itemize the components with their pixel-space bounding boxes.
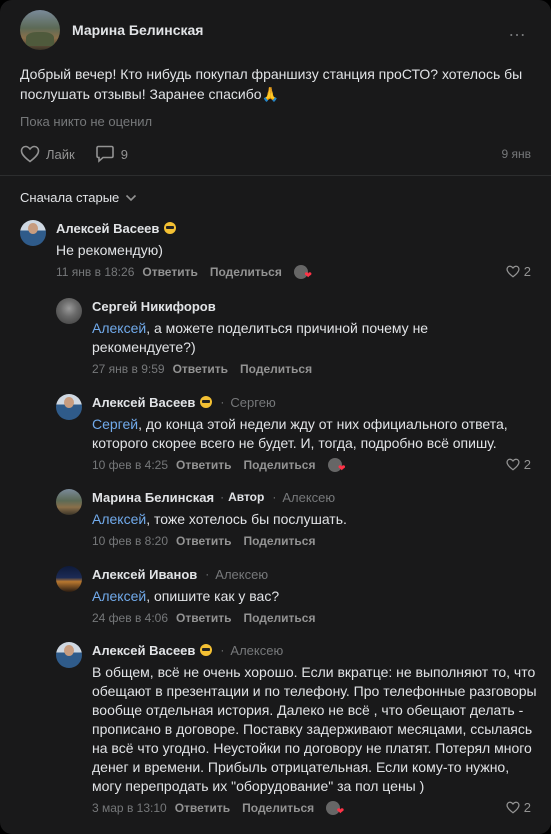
post-date[interactable]: 9 янв	[501, 147, 531, 161]
reply-to-link[interactable]: Сергею	[230, 395, 275, 410]
comments-button[interactable]: 9	[95, 145, 128, 163]
reply-button[interactable]: Ответить	[176, 458, 231, 472]
mention-link[interactable]: Алексей	[92, 320, 146, 336]
commenter-avatar[interactable]	[56, 394, 82, 420]
reply-button[interactable]: Ответить	[142, 265, 197, 279]
comment-date[interactable]: 11 янв в 18:26	[56, 265, 134, 279]
reply-button[interactable]: Ответить	[173, 362, 228, 376]
sunglasses-emoji-icon	[200, 396, 213, 408]
share-button[interactable]: Поделиться	[243, 534, 315, 548]
commenter-name[interactable]: Алексей Васеев	[92, 643, 195, 658]
commenter-avatar[interactable]	[20, 220, 46, 246]
comment-reply: Марина Белинская · Автор · Алексею Алекс…	[56, 488, 531, 549]
post-author-name[interactable]: Марина Белинская	[72, 22, 203, 38]
comment-text: Сергей, до конца этой недели жду от них …	[92, 416, 508, 451]
post-actions: Лайк 9 9 янв	[20, 143, 531, 165]
comment-date[interactable]: 27 янв в 9:59	[92, 362, 165, 376]
comment-reply: Алексей Васеев · Алексею В общем, всё не…	[56, 641, 537, 816]
commenter-avatar[interactable]	[56, 642, 82, 668]
sunglasses-emoji-icon	[200, 644, 213, 656]
heart-icon: ❤	[304, 270, 312, 280]
commenter-avatar[interactable]	[56, 489, 82, 515]
liker-avatar[interactable]: ❤	[326, 801, 344, 816]
share-button[interactable]: Поделиться	[242, 801, 314, 815]
share-button[interactable]: Поделиться	[240, 362, 312, 376]
post-author-avatar[interactable]	[20, 10, 60, 50]
sunglasses-emoji-icon	[164, 222, 177, 234]
comment-like-button[interactable]: 2	[506, 800, 531, 815]
post-card: Марина Белинская … Добрый вечер! Кто ниб…	[0, 0, 551, 834]
sort-dropdown[interactable]: Сначала старые	[20, 190, 137, 205]
more-options-icon[interactable]: …	[508, 20, 527, 41]
chevron-down-icon	[126, 194, 137, 201]
heart-icon: ❤	[336, 806, 345, 816]
commenter-name[interactable]: Марина Белинская	[92, 490, 214, 505]
like-count: 2	[523, 457, 531, 472]
post-header: Марина Белинская …	[20, 10, 531, 50]
reply-button[interactable]: Ответить	[175, 801, 230, 815]
heart-outline-icon	[506, 458, 520, 471]
commenter-avatar[interactable]	[56, 298, 82, 324]
reply-button[interactable]: Ответить	[176, 611, 231, 625]
comment-reply: Алексей Иванов · Алексею Алексей, опишит…	[56, 565, 531, 626]
like-button[interactable]: Лайк	[20, 145, 75, 163]
comment-reply: Алексей Васеев · Сергею Сергей, до конца…	[56, 393, 531, 473]
comment-date[interactable]: 10 фев в 4:25	[92, 458, 168, 472]
heart-icon: ❤	[337, 463, 346, 473]
reply-to-link[interactable]: Алексею	[215, 567, 268, 582]
like-count: 2	[523, 264, 531, 279]
mention-link[interactable]: Алексей	[92, 511, 146, 527]
liker-avatar[interactable]: ❤	[327, 458, 346, 473]
comment-icon	[95, 145, 114, 163]
comment: Алексей Васеев Не рекомендую) 11 янв в 1…	[20, 219, 531, 280]
comment-text: Алексей, а можете поделиться причиной по…	[92, 320, 429, 355]
liker-avatar[interactable]: ❤	[293, 265, 312, 280]
comment-date[interactable]: 3 мар в 13:10	[92, 801, 167, 815]
share-button[interactable]: Поделиться	[243, 458, 315, 472]
mention-link[interactable]: Сергей	[92, 416, 138, 432]
comment-like-button[interactable]: 2	[506, 264, 531, 279]
comments-count: 9	[120, 146, 128, 162]
comment-like-button[interactable]: 2	[506, 457, 531, 472]
comment-text: Алексей, опишите как у вас?	[92, 588, 280, 604]
share-button[interactable]: Поделиться	[210, 265, 282, 279]
mention-link[interactable]: Алексей	[92, 588, 146, 604]
comment-reply: Сергей Никифоров Алексей, а можете подел…	[56, 297, 531, 377]
reply-to-link[interactable]: Алексею	[282, 490, 335, 505]
commenter-name[interactable]: Алексей Васеев	[56, 221, 159, 236]
comment-text: Алексей, тоже хотелось бы послушать.	[92, 511, 347, 527]
commenter-name[interactable]: Сергей Никифоров	[92, 299, 216, 314]
reply-to-link[interactable]: Алексею	[230, 643, 283, 658]
commenter-name[interactable]: Алексей Васеев	[92, 395, 195, 410]
reply-button[interactable]: Ответить	[176, 534, 231, 548]
heart-outline-icon	[506, 801, 520, 814]
comment-date[interactable]: 24 фев в 4:06	[92, 611, 168, 625]
comment-date[interactable]: 10 фев в 8:20	[92, 534, 168, 548]
post-text: Добрый вечер! Кто нибудь покупал франшиз…	[20, 66, 523, 102]
like-label: Лайк	[46, 146, 75, 162]
comment-text: В общем, всё не очень хорошо. Если вкрат…	[92, 664, 537, 794]
no-likes-label: Пока никто не оценил	[20, 114, 153, 129]
commenter-name[interactable]: Алексей Иванов	[92, 567, 197, 582]
divider	[0, 175, 551, 176]
comment-text: Не рекомендую)	[56, 242, 163, 258]
share-button[interactable]: Поделиться	[243, 611, 315, 625]
heart-icon	[20, 145, 40, 163]
commenter-avatar[interactable]	[56, 566, 82, 592]
like-count: 2	[523, 800, 531, 815]
sort-label: Сначала старые	[20, 190, 120, 205]
heart-outline-icon	[506, 265, 520, 278]
author-badge: Автор	[228, 490, 265, 504]
